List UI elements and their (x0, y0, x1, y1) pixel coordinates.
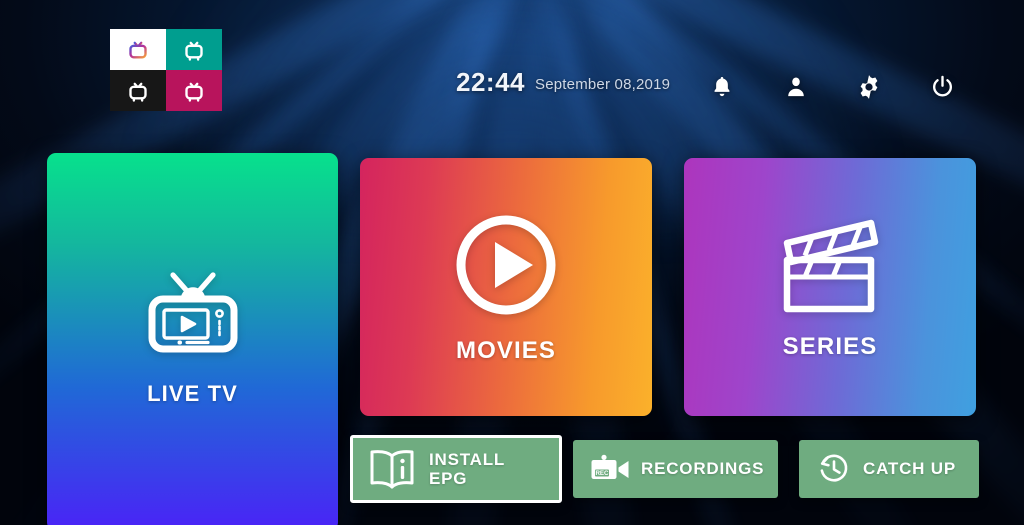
clapperboard-icon (772, 213, 888, 321)
catch-up-label: CATCH UP (863, 459, 956, 479)
settings-icon[interactable] (850, 68, 888, 106)
notifications-icon[interactable] (703, 68, 741, 106)
tile-series[interactable]: SERIES (684, 158, 976, 416)
bell-icon (714, 76, 730, 97)
tile-movies-label: MOVIES (456, 337, 556, 364)
logo-tile-teal (166, 29, 222, 70)
app-root: 22:44 September 08,2019 LIVE TV MOVIES S… (0, 0, 1024, 525)
install-epg-label-wrap: INSTALL EPG (429, 450, 505, 488)
play-circle-icon (450, 209, 562, 321)
tv-icon (185, 41, 203, 61)
tile-live-tv[interactable]: LIVE TV (47, 153, 338, 525)
power-icon-glyph (932, 75, 952, 96)
install-epg-label-line1: INSTALL (429, 449, 506, 469)
header-bar: 22:44 September 08,2019 (0, 0, 1024, 150)
install-epg-label-line2: EPG (429, 469, 468, 488)
logo-tile-magenta (166, 70, 222, 111)
clapperboard-icon-glyph (783, 219, 879, 313)
user-icon (788, 77, 804, 97)
book-info-icon-glyph (370, 450, 414, 489)
catch-up-button[interactable]: CATCH UP (799, 440, 979, 498)
recordings-label: RECORDINGS (641, 459, 765, 479)
play-circle-icon-glyph (456, 215, 556, 315)
video-camera-rec-icon-glyph: REC (591, 454, 629, 479)
book-info-icon (367, 447, 417, 491)
power-icon[interactable] (923, 68, 961, 106)
svg-text:REC: REC (595, 470, 609, 477)
recordings-button[interactable]: REC RECORDINGS (573, 440, 778, 498)
account-icon[interactable] (777, 68, 815, 106)
gear-icon (860, 75, 878, 99)
tv-icon (129, 41, 147, 61)
clock-rewind-icon-glyph (820, 454, 848, 482)
tv-icon (129, 82, 147, 102)
retro-tv-icon-glyph (148, 272, 237, 353)
retro-tv-icon (137, 263, 249, 367)
logo-tile-black (110, 70, 166, 111)
clock-time: 22:44 (456, 67, 525, 97)
logo-tile-white (110, 29, 166, 70)
tile-live-tv-label: LIVE TV (147, 381, 238, 406)
tv-icon (185, 82, 203, 102)
app-logo[interactable] (110, 29, 222, 111)
video-camera-rec-icon: REC (590, 454, 630, 484)
install-epg-button[interactable]: INSTALL EPG (350, 435, 562, 503)
tile-series-label: SERIES (782, 333, 878, 360)
clock-date: September 08,2019 (535, 76, 671, 93)
tile-movies[interactable]: MOVIES (360, 158, 652, 416)
clock-rewind-icon (816, 451, 852, 487)
